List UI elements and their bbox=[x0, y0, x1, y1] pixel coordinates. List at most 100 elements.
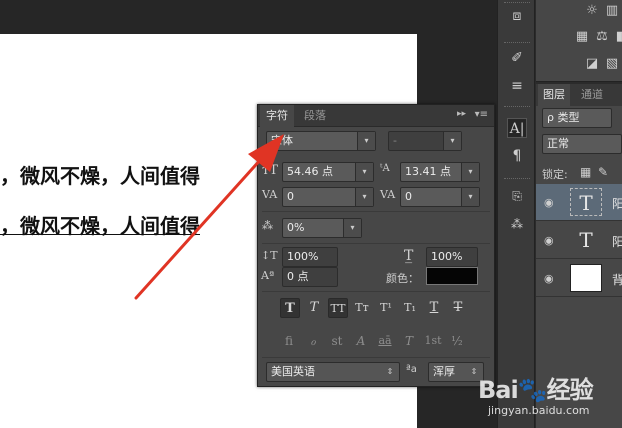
horizontal-scale-icon: T̲ bbox=[404, 248, 414, 264]
leading-field[interactable]: 13.41 点 ▾ bbox=[400, 162, 480, 182]
chevron-down-icon: ▾ bbox=[461, 188, 479, 206]
black-white-icon[interactable]: ◧ bbox=[614, 29, 622, 45]
char-style-icon[interactable]: ⎘ bbox=[507, 186, 527, 206]
font-size-icon: ᴛT bbox=[262, 163, 278, 178]
underline-button[interactable]: T bbox=[424, 298, 444, 318]
chevron-updown-icon: ⇕ bbox=[386, 367, 394, 376]
chevron-down-icon: ▾ bbox=[357, 132, 375, 150]
grip-separator bbox=[504, 2, 530, 5]
layer-name[interactable]: 背 bbox=[612, 271, 622, 288]
layer-filter-dropdown[interactable]: ρ 类型 bbox=[542, 108, 612, 128]
superscript-button[interactable]: T¹ bbox=[376, 298, 396, 318]
language-value: 美国英语 bbox=[271, 365, 315, 378]
blend-mode-value: 正常 bbox=[547, 137, 569, 150]
chevron-down-icon: ▾ bbox=[355, 163, 373, 181]
divider bbox=[262, 357, 490, 358]
character-panel: 字符 段落 ▸▸ ▾≡ 宋体 ▾ - ▾ ᴛT 54.46 点 ▾ ᵗA 13.… bbox=[257, 104, 495, 387]
discretionary-ligature-button[interactable]: st bbox=[326, 331, 348, 351]
tsume-value: 0% bbox=[287, 221, 305, 234]
horizontal-scale-value: 100% bbox=[431, 250, 463, 263]
levels-icon[interactable]: ▥ bbox=[604, 3, 620, 19]
leading-value: 13.41 点 bbox=[405, 165, 451, 178]
kerning-icon: VA bbox=[262, 188, 278, 201]
photo-filter-icon[interactable]: ◪ bbox=[584, 56, 600, 72]
fractions-button[interactable]: ½ bbox=[446, 331, 468, 351]
antialias-dropdown[interactable]: 浑厚 ⇕ bbox=[428, 362, 484, 382]
layers-panel-tabs: 图层 通道 bbox=[536, 84, 622, 106]
tsume-field[interactable]: 0% ▾ bbox=[282, 218, 362, 238]
layer-name[interactable]: 阳 bbox=[612, 195, 622, 212]
divider bbox=[262, 243, 490, 244]
blend-mode-dropdown[interactable]: 正常 bbox=[542, 134, 622, 154]
lock-transparent-icon[interactable]: ▦ bbox=[580, 165, 591, 179]
tracking-field[interactable]: 0 ▾ bbox=[400, 187, 480, 207]
tab-channels[interactable]: 通道 bbox=[576, 84, 608, 106]
panel-icon-strip: ⧈ ✐ ≡ A| ¶ ⎘ ⁂ bbox=[497, 0, 535, 428]
font-family-dropdown[interactable]: 宋体 ▾ bbox=[266, 131, 376, 151]
layer-name[interactable]: 阳 bbox=[612, 233, 622, 250]
ordinals-button[interactable]: 1st bbox=[422, 331, 444, 351]
language-dropdown[interactable]: 美国英语 ⇕ bbox=[266, 362, 400, 382]
collapse-icon[interactable]: ▸▸ bbox=[457, 109, 466, 119]
tsume-icon: ⁂ bbox=[262, 219, 273, 232]
faux-bold-button[interactable]: T bbox=[280, 298, 300, 318]
swash-button[interactable]: A bbox=[350, 331, 372, 351]
text-color-swatch[interactable] bbox=[426, 267, 478, 285]
document-text-line-2[interactable]: ，微风不燥，人间值得 bbox=[0, 210, 200, 239]
document-text-line-1[interactable]: ，微风不燥，人间值得 bbox=[0, 160, 200, 189]
sliders-icon[interactable]: ≡ bbox=[507, 76, 527, 96]
antialias-icon: ªa bbox=[406, 364, 417, 375]
cube-icon[interactable]: ⧈ bbox=[507, 6, 527, 26]
lock-label: 锁定: bbox=[542, 168, 568, 181]
tab-paragraph[interactable]: 段落 bbox=[298, 105, 332, 127]
kerning-field[interactable]: 0 ▾ bbox=[282, 187, 374, 207]
character-panel-tabs: 字符 段落 ▸▸ ▾≡ bbox=[258, 105, 494, 127]
faux-italic-button[interactable]: T bbox=[304, 298, 324, 318]
baseline-shift-field[interactable]: 0 点 bbox=[282, 267, 338, 287]
tracking-value: 0 bbox=[405, 190, 412, 203]
font-size-field[interactable]: 54.46 点 ▾ bbox=[282, 162, 374, 182]
text-layer-thumbnail: T bbox=[579, 228, 593, 252]
type-panel-icon[interactable]: A| bbox=[507, 118, 527, 138]
lock-brush-icon[interactable]: ✎ bbox=[598, 165, 608, 179]
baseline-shift-icon: Aª bbox=[261, 269, 275, 282]
balance-icon[interactable]: ⚖ bbox=[594, 29, 610, 45]
layer-row[interactable]: ◉ 背 bbox=[536, 260, 622, 297]
para-style-icon[interactable]: ⁂ bbox=[507, 214, 527, 234]
subscript-button[interactable]: T₁ bbox=[400, 298, 420, 318]
kerning-value: 0 bbox=[287, 190, 294, 203]
ligatures-button[interactable]: fi bbox=[278, 331, 300, 351]
horizontal-scale-field[interactable]: 100% bbox=[426, 247, 478, 267]
all-caps-button[interactable]: TT bbox=[328, 298, 348, 318]
tab-layers[interactable]: 图层 bbox=[538, 84, 570, 106]
eye-icon[interactable]: ◉ bbox=[544, 234, 554, 247]
small-caps-button[interactable]: Tт bbox=[352, 298, 372, 318]
brightness-icon[interactable]: ☼ bbox=[584, 3, 600, 19]
antialias-value: 浑厚 bbox=[433, 365, 455, 378]
stylistic-alternates-button[interactable]: aā bbox=[374, 331, 396, 351]
titling-button[interactable]: T bbox=[398, 331, 420, 351]
chevron-updown-icon: ⇕ bbox=[470, 367, 478, 376]
color-balance-icon[interactable]: ▦ bbox=[574, 29, 590, 45]
layer-row[interactable]: ◉ T 阳 bbox=[536, 222, 622, 259]
font-style-dropdown[interactable]: - ▾ bbox=[388, 131, 462, 151]
text-layer-thumbnail: T bbox=[570, 188, 602, 216]
brush-adjust-icon[interactable]: ✐ bbox=[507, 48, 527, 68]
old-style-button[interactable]: ℴ bbox=[302, 331, 324, 351]
panel-menu-icon[interactable]: ▾≡ bbox=[475, 109, 488, 120]
chevron-down-icon: ▾ bbox=[355, 188, 373, 206]
gradient-map-icon[interactable]: ▧ bbox=[604, 56, 620, 72]
font-size-value: 54.46 点 bbox=[287, 165, 333, 178]
eye-icon[interactable]: ◉ bbox=[544, 272, 554, 285]
layers-panel: 图层 通道 ρ 类型 正常 锁定: ▦ ✎ ◉ T 阳 ◉ T 阳 ◉ 背 bbox=[536, 84, 622, 428]
vertical-scale-field[interactable]: 100% bbox=[282, 247, 338, 267]
vertical-scale-value: 100% bbox=[287, 250, 319, 263]
divider bbox=[262, 291, 490, 292]
tracking-icon: VA bbox=[380, 188, 396, 201]
strikethrough-button[interactable]: T bbox=[448, 298, 468, 318]
grip-separator bbox=[504, 106, 530, 109]
eye-icon[interactable]: ◉ bbox=[544, 196, 554, 209]
tab-character[interactable]: 字符 bbox=[260, 105, 294, 127]
layer-row[interactable]: ◉ T 阳 bbox=[536, 184, 622, 221]
paragraph-icon[interactable]: ¶ bbox=[507, 146, 527, 166]
